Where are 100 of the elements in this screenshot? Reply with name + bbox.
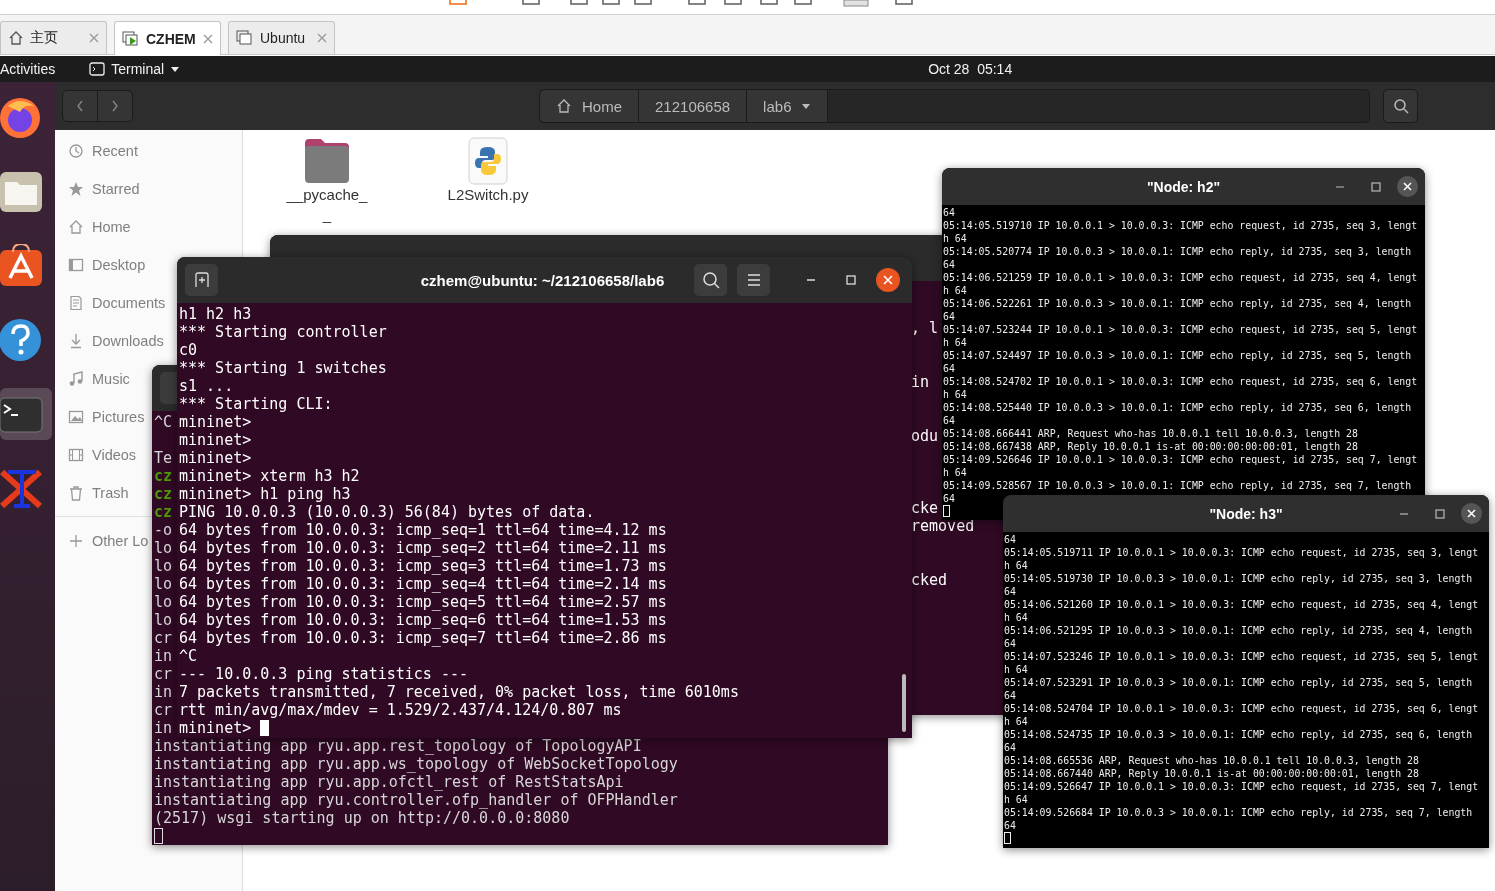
sidebar-item[interactable]: Documents [68, 284, 166, 322]
terminal-line: 64 bytes from 10.0.0.3: icmp_seq=1 ttl=64 time=4.12 ms [179, 521, 667, 539]
search-button[interactable] [1383, 89, 1418, 123]
sidebar-item[interactable]: Videos [68, 436, 137, 474]
browser-tab[interactable]: CZHEM [114, 21, 221, 55]
terminal-line: ^C [154, 413, 173, 431]
sidebar-item[interactable]: Downloads [68, 322, 164, 360]
text-cursor [1004, 832, 1011, 844]
folder-icon [0, 170, 44, 214]
terminal-line: 7 packets transmitted, 7 received, 0% packet loss, time 6010ms [179, 683, 739, 701]
terminal-line: lo [154, 575, 173, 593]
close-icon [203, 33, 213, 44]
terminal-line: 05:14:05.519711 IP 10.0.0.1 > 10.0.0.3: ICMP echo request, id 2735, seq 3, lengt [1004, 547, 1479, 558]
sidebar-item[interactable]: Other Lo [68, 522, 149, 560]
toolbar-icon [686, 0, 708, 7]
terminal-line: 64 bytes from 10.0.0.3: icmp_seq=5 ttl=64 time=2.57 ms [179, 593, 667, 611]
search-icon [1392, 98, 1409, 114]
sidebar-item[interactable]: Pictures [68, 398, 145, 436]
terminal-line: in [154, 719, 173, 737]
terminal-line: 05:14:06.522261 IP 10.0.0.3 > 10.0.0.1: ICMP echo reply, id 2735, seq 4, length [943, 298, 1412, 309]
sidebar-item[interactable]: Recent [68, 132, 138, 170]
terminal-line: 64 [943, 415, 955, 426]
new-tab-button[interactable] [185, 264, 218, 296]
terminal-line: s1 ... [179, 377, 234, 395]
terminal-line: cr [154, 665, 173, 683]
close-icon [317, 33, 327, 43]
sidebar-item[interactable]: Home [68, 208, 131, 246]
terminal-line: 05:14:08.525440 IP 10.0.0.3 > 10.0.0.1: ICMP echo reply, id 2735, seq 6, length [943, 402, 1412, 413]
terminal-line: h 64 [943, 389, 967, 400]
close-button[interactable] [876, 268, 900, 292]
terminal-line: 64 [943, 493, 955, 504]
document-icon [68, 295, 84, 311]
close-icon [883, 275, 893, 285]
menu-button[interactable] [737, 264, 770, 296]
terminal-line: h 64 [1004, 794, 1028, 805]
terminal-line: 05:14:06.521260 IP 10.0.0.1 > 10.0.0.3: ICMP echo request, id 2735, seq 4, lengt [1004, 599, 1479, 610]
shopping-bag-icon [0, 244, 44, 288]
terminal-line: 64 bytes from 10.0.0.3: icmp_seq=2 ttl=64 time=2.11 ms [179, 539, 667, 557]
toolbar-icon [758, 0, 780, 7]
close-button[interactable] [1461, 503, 1482, 524]
terminal-icon [89, 62, 106, 76]
terminal-line: 05:14:08.524704 IP 10.0.0.1 > 10.0.0.3: ICMP echo request, id 2735, seq 6, lengt [1004, 703, 1479, 714]
sidebar-item[interactable]: Music [68, 360, 130, 398]
file-name[interactable]: L2Switch.py [447, 185, 529, 205]
terminal-line: 05:14:08.665536 ARP, Request who-has 10.0.0.1 tell 10.0.0.3, length 28 [1004, 755, 1419, 766]
activities-button[interactable]: Activities [0, 61, 56, 77]
terminal-line: 05:14:08.666441 ARP, Request who-has 10.0.0.1 tell 10.0.0.3, length 28 [943, 428, 1358, 439]
terminal-line: instantiating app ryu.app.ofctl_rest of RestStatsApi [154, 773, 624, 791]
terminal-line: 64 bytes from 10.0.0.3: icmp_seq=4 ttl=64 time=2.14 ms [179, 575, 667, 593]
terminal-line: 05:14:08.667438 ARP, Reply 10.0.0.1 is-at 00:00:00:00:00:01, length 28 [943, 441, 1358, 452]
browser-tab[interactable]: 主页 [0, 21, 107, 54]
terminal-line: PING 10.0.0.3 (10.0.0.3) 56(84) bytes of data. [179, 503, 595, 521]
terminal-line: instantiating app ryu.app.rest_topology of TopologyAPI [154, 737, 642, 755]
toolbar-icon [568, 0, 590, 7]
app-menu[interactable]: Terminal [89, 61, 181, 77]
terminal-line: h 64 [943, 467, 967, 478]
terminal-line: 64 [943, 259, 955, 270]
terminal-line: instantiating app ryu.app.ws_topology of WebSocketTopology [154, 755, 678, 773]
home-icon [68, 219, 84, 235]
terminal-line: 64 bytes from 10.0.0.3: icmp_seq=7 ttl=64 time=2.86 ms [179, 629, 667, 647]
terminal-line: 05:14:07.523246 IP 10.0.0.1 > 10.0.0.3: ICMP echo request, id 2735, seq 5, lengt [1004, 651, 1479, 662]
scrollbar[interactable] [902, 674, 906, 732]
sidebar-item[interactable]: Starred [68, 170, 140, 208]
close-button[interactable] [1397, 176, 1418, 197]
text-cursor [154, 828, 163, 844]
path-segment[interactable]: lab6 [747, 90, 829, 122]
caret-icon [801, 102, 812, 110]
terminal-line: cz [154, 485, 173, 503]
path-segment[interactable]: Home [540, 90, 639, 122]
terminal-line: mininet> [179, 413, 252, 431]
toolbar-icon [893, 0, 915, 7]
terminal-line: h1 h2 h3 [179, 305, 252, 323]
search-button[interactable] [694, 264, 727, 296]
file-name[interactable]: __pycache_ _ [286, 185, 368, 225]
forward-icon [110, 99, 120, 113]
path-segment[interactable]: 212106658 [639, 90, 748, 122]
sidebar-item[interactable]: Trash [68, 474, 129, 512]
terminal-line: h 64 [943, 337, 967, 348]
terminal-line: *** Starting controller [179, 323, 387, 341]
trash-icon [68, 485, 84, 501]
sidebar-item[interactable]: Desktop [68, 246, 146, 284]
toolbar-icon [600, 0, 622, 7]
terminal-line: lo [154, 593, 173, 611]
terminal-line: 64 [1004, 820, 1016, 831]
terminal-line: 64 [1004, 638, 1016, 649]
minimize-icon [806, 279, 816, 281]
close-icon [1403, 182, 1412, 191]
terminal-text: cke [911, 499, 939, 517]
terminal-line: (2517) wsgi starting up on http://0.0.0.0:8080 [154, 809, 570, 827]
terminal-line: mininet> h1 ping h3 [179, 485, 351, 503]
terminal-line: *** Starting CLI: [179, 395, 333, 413]
clock[interactable]: Oct 28 05:14 [928, 61, 1013, 77]
home-icon [556, 98, 572, 114]
terminal-line: mininet> [179, 431, 252, 449]
terminal-line: 64 [1004, 534, 1016, 545]
terminal-line: 05:14:05.519710 IP 10.0.0.1 > 10.0.0.3: ICMP echo request, id 2735, seq 3, lengt [943, 220, 1418, 231]
terminal-text: odu [911, 427, 939, 445]
terminal-line: in [154, 647, 173, 665]
browser-tab[interactable]: Ubuntu [228, 21, 335, 54]
terminal-text: in [911, 373, 930, 391]
